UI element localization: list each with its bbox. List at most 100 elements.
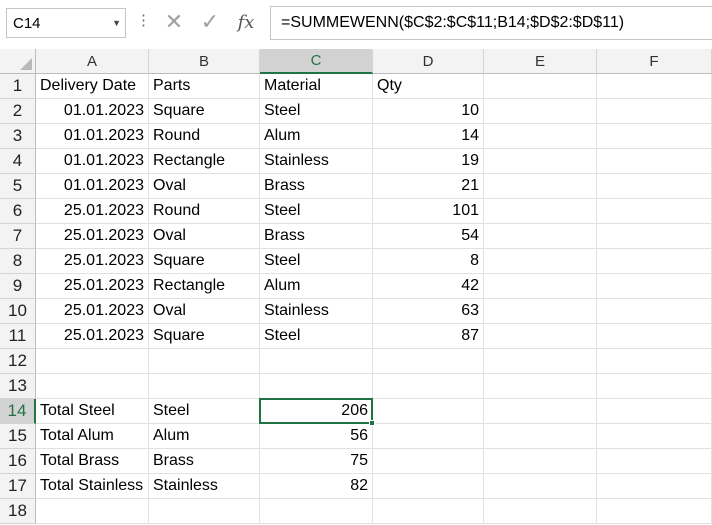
cell-c9[interactable]: Alum: [260, 274, 373, 299]
cell-e12[interactable]: [484, 349, 597, 374]
cell-d5[interactable]: 21: [373, 174, 484, 199]
cell-d1[interactable]: Qty: [373, 74, 484, 99]
select-all-button[interactable]: [0, 49, 36, 74]
cell-a13[interactable]: [36, 374, 149, 399]
fill-handle[interactable]: [369, 420, 375, 426]
cell-e3[interactable]: [484, 124, 597, 149]
cell-a10[interactable]: 25.01.2023: [36, 299, 149, 324]
cancel-button[interactable]: ✕: [160, 6, 188, 38]
cell-e6[interactable]: [484, 199, 597, 224]
row-header-9[interactable]: 9: [0, 274, 36, 299]
cell-f5[interactable]: [597, 174, 712, 199]
cell-d12[interactable]: [373, 349, 484, 374]
cell-d11[interactable]: 87: [373, 324, 484, 349]
cell-b6[interactable]: Round: [149, 199, 260, 224]
cell-a7[interactable]: 25.01.2023: [36, 224, 149, 249]
cell-e15[interactable]: [484, 424, 597, 449]
cell-b5[interactable]: Oval: [149, 174, 260, 199]
cell-c15[interactable]: 56: [260, 424, 373, 449]
column-header-e[interactable]: E: [484, 49, 597, 74]
cell-c8[interactable]: Steel: [260, 249, 373, 274]
cell-a6[interactable]: 25.01.2023: [36, 199, 149, 224]
cell-b17[interactable]: Stainless: [149, 474, 260, 499]
cell-e8[interactable]: [484, 249, 597, 274]
chevron-down-icon[interactable]: ▼: [112, 18, 121, 28]
cell-f9[interactable]: [597, 274, 712, 299]
cell-c2[interactable]: Steel: [260, 99, 373, 124]
cell-f1[interactable]: [597, 74, 712, 99]
cell-f17[interactable]: [597, 474, 712, 499]
cell-e5[interactable]: [484, 174, 597, 199]
name-box[interactable]: C14 ▼: [6, 8, 126, 38]
row-header-4[interactable]: 4: [0, 149, 36, 174]
cell-b7[interactable]: Oval: [149, 224, 260, 249]
cell-b10[interactable]: Oval: [149, 299, 260, 324]
cell-a5[interactable]: 01.01.2023: [36, 174, 149, 199]
cell-c18[interactable]: [260, 499, 373, 524]
cell-d18[interactable]: [373, 499, 484, 524]
insert-function-button[interactable]: fx: [232, 6, 260, 38]
row-header-12[interactable]: 12: [0, 349, 36, 374]
row-header-11[interactable]: 11: [0, 324, 36, 349]
cell-d2[interactable]: 10: [373, 99, 484, 124]
row-header-8[interactable]: 8: [0, 249, 36, 274]
cell-d3[interactable]: 14: [373, 124, 484, 149]
cell-c1[interactable]: Material: [260, 74, 373, 99]
cell-e14[interactable]: [484, 399, 597, 424]
row-header-13[interactable]: 13: [0, 374, 36, 399]
cell-c3[interactable]: Alum: [260, 124, 373, 149]
cell-f3[interactable]: [597, 124, 712, 149]
column-header-c[interactable]: C: [260, 49, 373, 74]
cell-a18[interactable]: [36, 499, 149, 524]
cell-c11[interactable]: Steel: [260, 324, 373, 349]
cell-e4[interactable]: [484, 149, 597, 174]
cell-a1[interactable]: Delivery Date: [36, 74, 149, 99]
cell-b15[interactable]: Alum: [149, 424, 260, 449]
row-header-5[interactable]: 5: [0, 174, 36, 199]
cell-b1[interactable]: Parts: [149, 74, 260, 99]
cell-e10[interactable]: [484, 299, 597, 324]
column-header-a[interactable]: A: [36, 49, 149, 74]
cell-f12[interactable]: [597, 349, 712, 374]
row-header-14[interactable]: 14: [0, 399, 36, 424]
cell-c10[interactable]: Stainless: [260, 299, 373, 324]
cell-f2[interactable]: [597, 99, 712, 124]
row-header-18[interactable]: 18: [0, 499, 36, 524]
row-header-3[interactable]: 3: [0, 124, 36, 149]
cell-d10[interactable]: 63: [373, 299, 484, 324]
cell-b12[interactable]: [149, 349, 260, 374]
cell-e7[interactable]: [484, 224, 597, 249]
cell-b14[interactable]: Steel: [149, 399, 260, 424]
row-header-1[interactable]: 1: [0, 74, 36, 99]
cell-b13[interactable]: [149, 374, 260, 399]
cell-d16[interactable]: [373, 449, 484, 474]
cell-f7[interactable]: [597, 224, 712, 249]
cell-a4[interactable]: 01.01.2023: [36, 149, 149, 174]
cell-f14[interactable]: [597, 399, 712, 424]
cell-a12[interactable]: [36, 349, 149, 374]
cell-c4[interactable]: Stainless: [260, 149, 373, 174]
cell-e1[interactable]: [484, 74, 597, 99]
cell-c5[interactable]: Brass: [260, 174, 373, 199]
cell-f16[interactable]: [597, 449, 712, 474]
column-header-f[interactable]: F: [597, 49, 712, 74]
cell-a2[interactable]: 01.01.2023: [36, 99, 149, 124]
cell-f15[interactable]: [597, 424, 712, 449]
cell-a3[interactable]: 01.01.2023: [36, 124, 149, 149]
cell-b18[interactable]: [149, 499, 260, 524]
cell-c7[interactable]: Brass: [260, 224, 373, 249]
cell-a9[interactable]: 25.01.2023: [36, 274, 149, 299]
cell-b2[interactable]: Square: [149, 99, 260, 124]
cell-d8[interactable]: 8: [373, 249, 484, 274]
cell-c14[interactable]: 206: [260, 399, 373, 424]
row-header-6[interactable]: 6: [0, 199, 36, 224]
cell-f10[interactable]: [597, 299, 712, 324]
cell-e11[interactable]: [484, 324, 597, 349]
cell-f8[interactable]: [597, 249, 712, 274]
cell-e9[interactable]: [484, 274, 597, 299]
cell-f11[interactable]: [597, 324, 712, 349]
cell-d6[interactable]: 101: [373, 199, 484, 224]
cell-b4[interactable]: Rectangle: [149, 149, 260, 174]
cell-c16[interactable]: 75: [260, 449, 373, 474]
cell-d4[interactable]: 19: [373, 149, 484, 174]
